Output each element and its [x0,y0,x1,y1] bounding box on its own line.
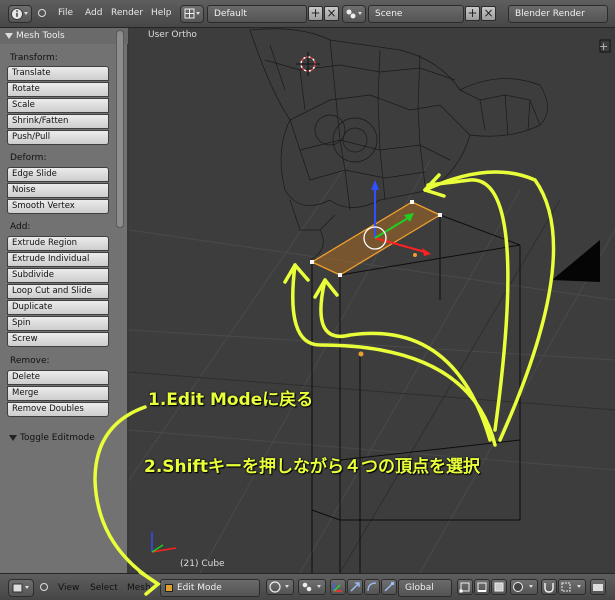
edit-mode-icon [165,584,173,592]
snap-increment-icon [561,582,581,592]
active-object-label: (21) Cube [180,559,225,569]
3d-cursor [296,52,320,76]
delete-button[interactable]: Delete [7,370,109,385]
mesh-tools-title: Mesh Tools [16,31,65,41]
transform-orientation-select[interactable]: Global [398,579,452,597]
viewport-scene [129,28,615,573]
pivot-icon [302,582,321,592]
render-preview-button[interactable] [590,579,606,595]
manipulator-icon [333,583,342,592]
viewport-shading-button[interactable] [266,579,294,595]
subdivide-button[interactable]: Subdivide [7,268,109,283]
face-select-mode-button[interactable] [491,579,507,595]
info-icon [11,8,28,20]
scale-icon [384,582,394,592]
rotate-button[interactable]: Rotate [7,82,109,97]
transform-label: Transform: [10,53,58,63]
menu-add[interactable]: Add [85,8,102,18]
proportional-icon [513,582,533,592]
info-editor-type-button[interactable] [8,5,32,23]
panel-expand-plus-icon[interactable]: + [599,40,608,53]
edge-slide-button[interactable]: Edge Slide [7,167,109,182]
axis-widget [151,532,177,553]
menu-mesh[interactable]: Mesh [127,583,151,593]
face-select-icon [494,582,504,592]
magnet-icon [544,583,554,593]
arrow-icon [350,582,360,592]
snap-element-button[interactable] [558,579,586,595]
deform-label: Deform: [10,153,47,163]
menu-select[interactable]: Select [90,583,118,593]
menu-collapse-icon[interactable] [40,583,48,591]
extrude-individual-button[interactable]: Extrude Individual [7,252,109,267]
panel-expanded-icon [5,33,13,39]
scale-button[interactable]: Scale [7,98,109,113]
scene-field[interactable]: Scene [368,5,464,23]
render-engine-select[interactable]: Blender Render [508,5,608,23]
bottom-header: View Select Mesh Edit Mode Global [0,573,615,600]
scene-selector-button[interactable] [342,5,366,23]
loop-cut-and-slide-button[interactable]: Loop Cut and Slide [7,284,109,299]
proportional-editing-button[interactable] [510,579,538,595]
noise-button[interactable]: Noise [7,183,109,198]
delete-scene-button[interactable]: × [481,6,496,21]
pivot-point-button[interactable] [298,579,326,595]
rotate-manipulator-button[interactable] [364,579,380,595]
mode-label: Edit Mode [177,583,222,593]
duplicate-button[interactable]: Duplicate [7,300,109,315]
toggle-editmode-label: Toggle Editmode [20,433,95,443]
snap-toggle[interactable] [541,579,557,595]
top-header: File Add Render Help Default + × Scene +… [0,0,615,28]
tool-shelf-scrollbar[interactable] [116,30,124,228]
object-origin [358,351,364,357]
editor-type-button[interactable] [8,579,34,597]
screw-button[interactable]: Screw [7,332,109,347]
vertex-select-mode-button[interactable] [457,579,473,595]
remove-label: Remove: [10,356,50,366]
add-screen-button[interactable]: + [308,6,323,21]
menu-collapse-icon[interactable] [38,9,46,17]
translate-manipulator-button[interactable] [347,579,363,595]
panel-expanded-icon [9,435,17,441]
rotate-icon [367,582,377,592]
mode-select[interactable]: Edit Mode [160,579,260,597]
extrude-region-button[interactable]: Extrude Region [7,236,109,251]
scene-icon [346,9,362,19]
add-scene-button[interactable]: + [465,6,480,21]
scale-manipulator-button[interactable] [381,579,397,595]
shrink-fatten-button[interactable]: Shrink/Fatten [7,114,109,129]
menu-help[interactable]: Help [151,8,172,18]
menu-view[interactable]: View [58,583,79,593]
camera-object [552,240,600,282]
delete-screen-button[interactable]: × [324,6,339,21]
vertex-select-icon [459,582,470,593]
mesh-tools-header[interactable]: Mesh Tools [0,28,128,44]
edge-select-icon [477,582,487,592]
smooth-vertex-button[interactable]: Smooth Vertex [7,199,109,214]
3d-view-icon [12,583,29,593]
toggle-editmode-panel[interactable]: Toggle Editmode [0,430,115,446]
layout-grid-icon [184,8,200,19]
menu-render[interactable]: Render [111,8,143,18]
push-pull-button[interactable]: Push/Pull [7,130,109,145]
screen-layout-button[interactable] [180,5,204,23]
edge-select-mode-button[interactable] [474,579,490,595]
view-label: User Ortho [148,30,197,40]
3d-viewport[interactable]: User Ortho (21) Cube + [129,28,615,573]
remove-doubles-button[interactable]: Remove Doubles [7,402,109,417]
add-label: Add: [10,222,31,232]
manipulator-toggle[interactable] [330,579,346,595]
translate-button[interactable]: Translate [7,66,109,81]
shading-sphere-icon [269,581,289,593]
screen-layout-field[interactable]: Default [207,5,307,23]
menu-file[interactable]: File [58,8,73,18]
camera-icon [593,584,603,591]
merge-button[interactable]: Merge [7,386,109,401]
spin-button[interactable]: Spin [7,316,109,331]
tool-shelf: Mesh Tools Transform: Translate Rotate S… [0,28,128,573]
